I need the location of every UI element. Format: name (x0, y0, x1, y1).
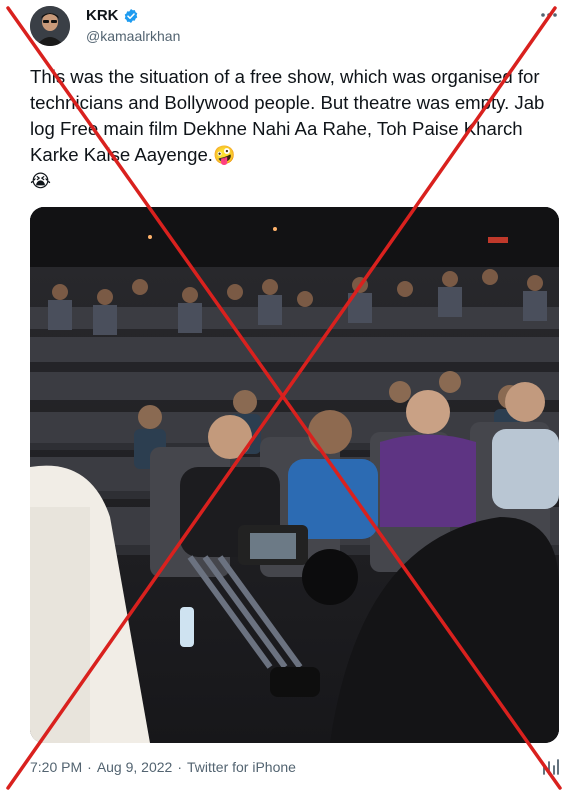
emoji-crying-face: 😭 (30, 171, 52, 191)
tweet-time[interactable]: 7:20 PM (30, 759, 82, 775)
tweet-text: This was the situation of a free show, w… (30, 64, 560, 194)
author-display-name[interactable]: KRK (86, 7, 119, 25)
tweet-source[interactable]: Twitter for iPhone (187, 759, 296, 775)
meta-separator: · (177, 759, 182, 775)
tweet-photo[interactable] (30, 207, 559, 743)
tweet-meta: 7:20 PM · Aug 9, 2022 · Twitter for iPho… (30, 759, 296, 775)
more-options-icon[interactable] (539, 8, 559, 22)
analytics-icon[interactable] (541, 757, 561, 777)
avatar[interactable] (30, 6, 70, 46)
tweet-header: KRK @kamaalrkhan (30, 6, 563, 46)
author-block[interactable]: KRK @kamaalrkhan (86, 7, 180, 45)
meta-separator: · (87, 759, 92, 775)
tweet-body: This was the situation of a free show, w… (30, 66, 545, 165)
tweet-date[interactable]: Aug 9, 2022 (97, 759, 173, 775)
tweet-card: KRK @kamaalrkhan This was the situation … (0, 0, 575, 791)
theatre-photo-image (30, 207, 559, 743)
avatar-image (30, 6, 70, 46)
verified-badge-icon (124, 9, 137, 23)
author-handle[interactable]: @kamaalrkhan (86, 27, 180, 45)
emoji-zany-face: 🤪 (212, 145, 236, 165)
